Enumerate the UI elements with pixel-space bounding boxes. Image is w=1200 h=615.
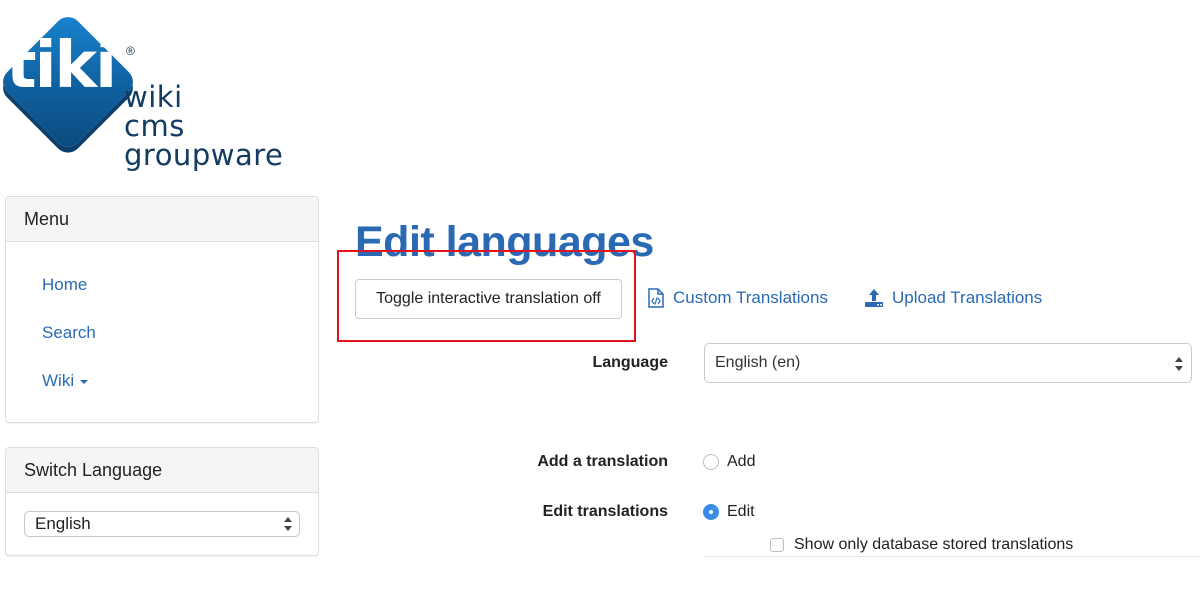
upload-icon — [865, 289, 883, 307]
tiki-logo[interactable]: tiki ® wiki cms groupware — [0, 10, 300, 180]
form-divider — [704, 556, 1200, 557]
custom-translations-link[interactable]: Custom Translations — [647, 288, 828, 308]
edit-radio-option[interactable]: Edit — [703, 503, 755, 521]
upload-translations-link[interactable]: Upload Translations — [864, 288, 1042, 308]
caret-down-icon — [80, 379, 89, 384]
edit-radio[interactable] — [703, 504, 719, 520]
page-title: Edit languages — [355, 218, 654, 266]
custom-translations-label: Custom Translations — [673, 288, 828, 307]
switch-language-value: English — [35, 514, 91, 533]
registered-mark: ® — [126, 44, 135, 58]
add-radio-label: Add — [727, 453, 756, 470]
add-radio[interactable] — [703, 454, 719, 470]
logo-line-groupware: groupware — [124, 138, 284, 172]
add-radio-option[interactable]: Add — [703, 453, 755, 471]
edit-radio-label: Edit — [727, 503, 755, 520]
language-select-value: English (en) — [715, 354, 801, 371]
select-arrows-icon — [284, 517, 292, 531]
db-only-checkbox-label: Show only database stored translations — [794, 536, 1074, 553]
menu-list: Home Search Wiki — [6, 242, 318, 410]
language-label: Language — [592, 354, 668, 371]
menu-item-wiki[interactable]: Wiki — [42, 362, 318, 410]
menu-panel-title: Menu — [6, 197, 318, 242]
switch-language-panel: Switch Language English — [5, 447, 319, 556]
switch-language-select[interactable]: English — [24, 511, 300, 537]
logo-mark: tiki — [6, 29, 117, 103]
select-arrows-icon — [1175, 357, 1183, 371]
logo-line-wiki: wiki — [124, 80, 183, 114]
toggle-interactive-translation-button[interactable]: Toggle interactive translation off — [355, 279, 622, 319]
menu-item-search[interactable]: Search — [42, 314, 318, 362]
logo-line-cms: cms — [124, 109, 185, 143]
menu-item-home[interactable]: Home — [42, 266, 318, 314]
code-file-icon — [648, 288, 664, 308]
upload-translations-label: Upload Translations — [892, 288, 1043, 307]
edit-translations-label: Edit translations — [542, 503, 668, 520]
menu-item-wiki-label: Wiki — [42, 371, 75, 390]
language-select[interactable]: English (en) — [704, 343, 1192, 383]
switch-language-title: Switch Language — [6, 448, 318, 493]
add-translation-label: Add a translation — [537, 453, 668, 470]
db-only-checkbox[interactable] — [770, 538, 784, 552]
db-only-checkbox-option[interactable]: Show only database stored translations — [770, 536, 1073, 554]
menu-panel: Menu Home Search Wiki — [5, 196, 319, 423]
